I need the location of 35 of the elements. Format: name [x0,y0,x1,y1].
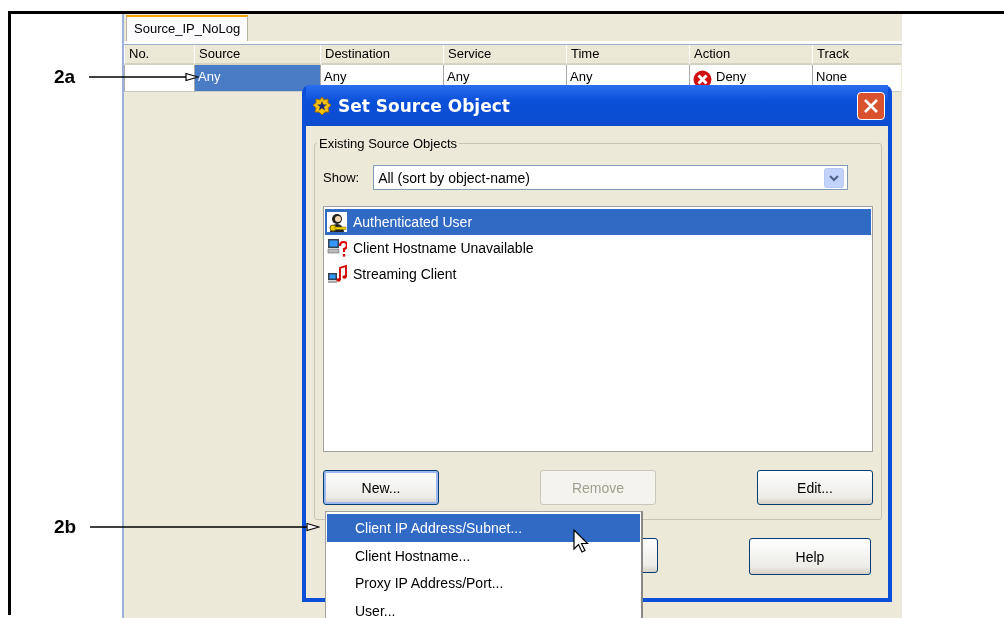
shield-star-icon [312,95,332,116]
computer-question-icon [327,238,347,258]
column-header[interactable]: Destination [320,45,443,65]
menu-item[interactable]: Client Hostname... [327,541,640,569]
column-header[interactable]: Track [812,45,901,65]
table-cell: Any [194,65,320,92]
dialog-button[interactable]: Edit... [757,470,873,505]
show-label: Show: [323,170,360,185]
dialog-title: Set Source Object [338,95,511,116]
callout-label: 2a [54,66,76,88]
column-header[interactable]: No. [124,45,194,65]
chevron-down-icon [824,167,845,188]
action-label: Deny [716,70,747,84]
user-with-key-icon [327,212,347,232]
close-icon [863,97,879,114]
show-dropdown[interactable]: All (sort by object-name) [373,165,849,190]
menu-item[interactable]: Proxy IP Address/Port... [327,569,640,597]
policy-tab[interactable]: Source_IP_NoLog [126,15,249,41]
list-item[interactable]: Client Hostname Unavailable [325,235,871,261]
column-header[interactable]: Action [689,45,812,65]
group-label: Existing Source Objects [318,136,458,151]
computer-music-note-icon [327,264,347,284]
column-header[interactable]: Source [194,45,320,65]
menu-item[interactable]: User... [327,596,640,618]
dropdown-value: All (sort by object-name) [378,169,530,186]
list-item[interactable]: Streaming Client [325,261,871,287]
close-button[interactable] [857,91,885,120]
dialog-button[interactable]: New... [323,470,439,505]
callout-label: 2b [54,516,77,538]
column-header[interactable]: Service [443,45,566,65]
mouse-pointer-icon [573,529,591,555]
help-button[interactable]: Help [749,538,871,575]
menu-item[interactable]: Client IP Address/Subnet... [327,514,640,542]
list-item[interactable]: Authenticated User [325,209,871,235]
column-header[interactable]: Time [566,45,689,65]
